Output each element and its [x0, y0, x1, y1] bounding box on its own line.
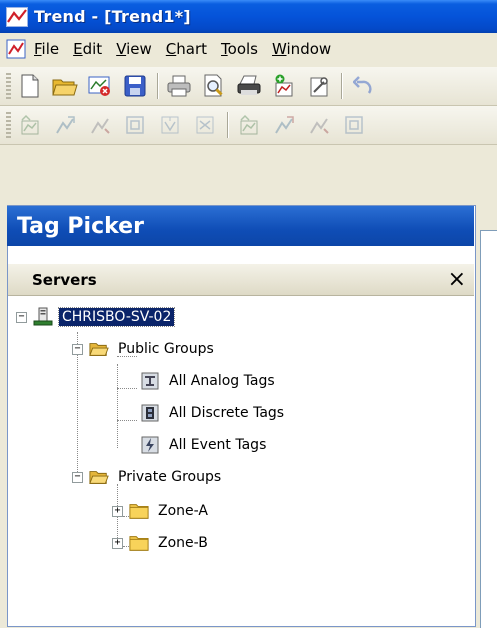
print-icon[interactable]: [166, 73, 192, 99]
toolbar-grip[interactable]: [6, 112, 11, 138]
chart-tool-1-icon[interactable]: [17, 112, 43, 138]
save-icon[interactable]: [122, 73, 148, 99]
chart-tool-6-icon[interactable]: [192, 112, 218, 138]
window-frame: [0, 205, 7, 627]
servers-label: Servers: [32, 270, 97, 289]
chart-tool-2-icon[interactable]: [52, 112, 78, 138]
tree-item-zone-a[interactable]: + Zone-A: [112, 500, 211, 522]
tree-item-public-groups[interactable]: − Public Groups: [72, 338, 217, 360]
chart-tool-5-icon[interactable]: [157, 112, 183, 138]
chart-tool-9-icon[interactable]: [306, 112, 332, 138]
print-setup-icon[interactable]: [236, 73, 262, 99]
all-analog-tags-label: All Analog Tags: [169, 373, 275, 389]
tree-item-server[interactable]: − CHRISBO-SV-02: [16, 306, 176, 328]
tag-picker-title: Tag Picker: [17, 213, 144, 239]
server-tree: − CHRISBO-SV-02 − Public Groups All Anal…: [8, 296, 474, 625]
server-icon: [33, 307, 53, 327]
collapse-toggle[interactable]: −: [16, 311, 27, 323]
toolbar-separator: [341, 73, 342, 99]
menu-edit[interactable]: Edit: [73, 40, 102, 58]
menu-file[interactable]: File: [34, 40, 59, 58]
add-tag-icon[interactable]: [271, 73, 297, 99]
open-folder-icon: [89, 339, 109, 359]
zone-a-label: Zone-A: [158, 503, 208, 519]
public-groups-label: Public Groups: [118, 341, 214, 357]
collapse-toggle[interactable]: −: [72, 471, 83, 483]
undo-icon[interactable]: [350, 73, 376, 99]
chart-tool-8-icon[interactable]: [271, 112, 297, 138]
new-file-icon[interactable]: [17, 73, 43, 99]
all-discrete-tags-label: All Discrete Tags: [169, 405, 285, 421]
chart-tool-3-icon[interactable]: [87, 112, 113, 138]
tree-item-all-discrete-tags[interactable]: All Discrete Tags: [134, 402, 287, 424]
title-bar[interactable]: Trend - [Trend1*]: [0, 0, 497, 33]
folder-icon: [129, 501, 149, 521]
menu-window[interactable]: Window: [272, 40, 331, 58]
expand-toggle[interactable]: +: [112, 505, 123, 517]
menu-bar: File Edit View Chart Tools Window: [0, 33, 497, 65]
chart-toolbar: [0, 106, 497, 145]
trend-chart-area[interactable]: [480, 230, 497, 628]
all-event-tags-label: All Event Tags: [169, 437, 267, 453]
private-groups-label: Private Groups: [118, 469, 222, 485]
close-file-icon[interactable]: [87, 73, 113, 99]
trend-app-icon: [6, 6, 28, 27]
tree-item-zone-b[interactable]: + Zone-B: [112, 532, 211, 554]
standard-toolbar: [0, 67, 497, 106]
tag-picker-header: Tag Picker: [7, 206, 474, 246]
toolbar-grip[interactable]: [6, 73, 11, 99]
servers-bar: Servers ×: [8, 264, 474, 296]
zone-b-label: Zone-B: [158, 535, 208, 551]
menu-view[interactable]: View: [116, 40, 152, 58]
print-preview-icon[interactable]: [201, 73, 227, 99]
tree-item-all-analog-tags[interactable]: All Analog Tags: [134, 370, 278, 392]
expand-toggle[interactable]: +: [112, 537, 123, 549]
toolbar-separator: [227, 112, 228, 138]
toolbar-separator: [157, 73, 158, 99]
collapse-toggle[interactable]: −: [72, 343, 83, 355]
chart-tool-4-icon[interactable]: [122, 112, 148, 138]
discrete-tag-icon: [140, 403, 160, 423]
open-folder-icon: [89, 467, 109, 487]
configure-icon[interactable]: [306, 73, 332, 99]
document-icon[interactable]: [6, 39, 26, 59]
tree-item-private-groups[interactable]: − Private Groups: [72, 466, 224, 488]
tree-connector: [117, 364, 119, 448]
window-title: Trend - [Trend1*]: [34, 7, 191, 26]
menu-tools[interactable]: Tools: [221, 40, 258, 58]
close-icon[interactable]: ×: [448, 268, 466, 291]
server-name: CHRISBO-SV-02: [57, 307, 176, 327]
menu-chart[interactable]: Chart: [166, 40, 207, 58]
folder-icon: [129, 533, 149, 553]
chart-tool-7-icon[interactable]: [236, 112, 262, 138]
analog-tag-icon: [140, 371, 160, 391]
event-tag-icon: [140, 435, 160, 455]
open-folder-icon[interactable]: [52, 73, 78, 99]
chart-tool-10-icon[interactable]: [341, 112, 367, 138]
tree-item-all-event-tags[interactable]: All Event Tags: [134, 434, 269, 456]
